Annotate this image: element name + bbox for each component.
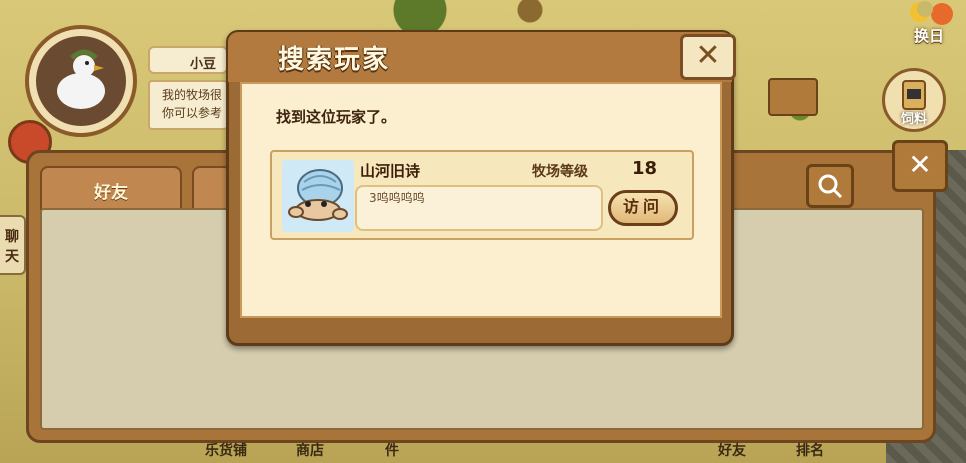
goose-avatar [36, 36, 126, 126]
player-signature: 3呜呜呜呜 [355, 185, 603, 231]
player-name-bar: 小豆 [148, 46, 228, 74]
visit-button[interactable]: 访问 [608, 190, 678, 226]
close-icon: ✕ [908, 148, 932, 181]
goose-icon [57, 49, 105, 109]
side-chat-tab[interactable]: 聊天 [0, 215, 26, 275]
bottom-nav-label[interactable]: 乐货铺 [205, 440, 247, 460]
bottom-nav-label[interactable]: 商店 [296, 440, 324, 460]
dialog-message: 找到这位玩家了。 [276, 108, 397, 126]
swap-day-label: 换日 [913, 27, 944, 45]
side-chat-label: 聊天 [5, 229, 19, 265]
player-name: 小豆 [190, 57, 217, 72]
feed-button[interactable]: 饲料 [882, 68, 946, 132]
bottom-nav-label[interactable]: 件 [385, 440, 399, 460]
bottom-nav-label[interactable]: 排名 [796, 440, 824, 460]
hermit-crab-icon [288, 169, 348, 221]
panel-close-button[interactable]: ✕ [892, 140, 948, 192]
player-info-box: 我的牧场很 你可以参考 [148, 80, 228, 130]
ranch-level-value: 18 [632, 158, 658, 179]
player-result-name: 山河旧诗 [360, 162, 421, 180]
dialog-title: 搜索玩家 [278, 45, 391, 75]
signpost[interactable] [768, 78, 818, 116]
ranch-level-label: 牧场等级 [532, 164, 588, 180]
tab-label: 好友 [94, 183, 128, 203]
close-icon: ✕ [695, 38, 721, 73]
panel-search-button[interactable] [806, 164, 854, 208]
player-result-avatar[interactable] [282, 160, 354, 232]
feed-label: 饲料 [900, 112, 927, 127]
swap-day-button[interactable]: 换日 [898, 0, 960, 46]
dialog-title-bar: 搜索玩家 [228, 32, 732, 82]
player-info-line: 我的牧场很 [162, 88, 223, 102]
bottom-nav-label[interactable]: 好友 [718, 440, 746, 460]
tab-friends[interactable]: 好友 [40, 166, 182, 210]
dialog-close-button[interactable]: ✕ [680, 34, 736, 80]
player-info-line: 你可以参考 [162, 106, 223, 120]
search-icon [818, 174, 843, 199]
